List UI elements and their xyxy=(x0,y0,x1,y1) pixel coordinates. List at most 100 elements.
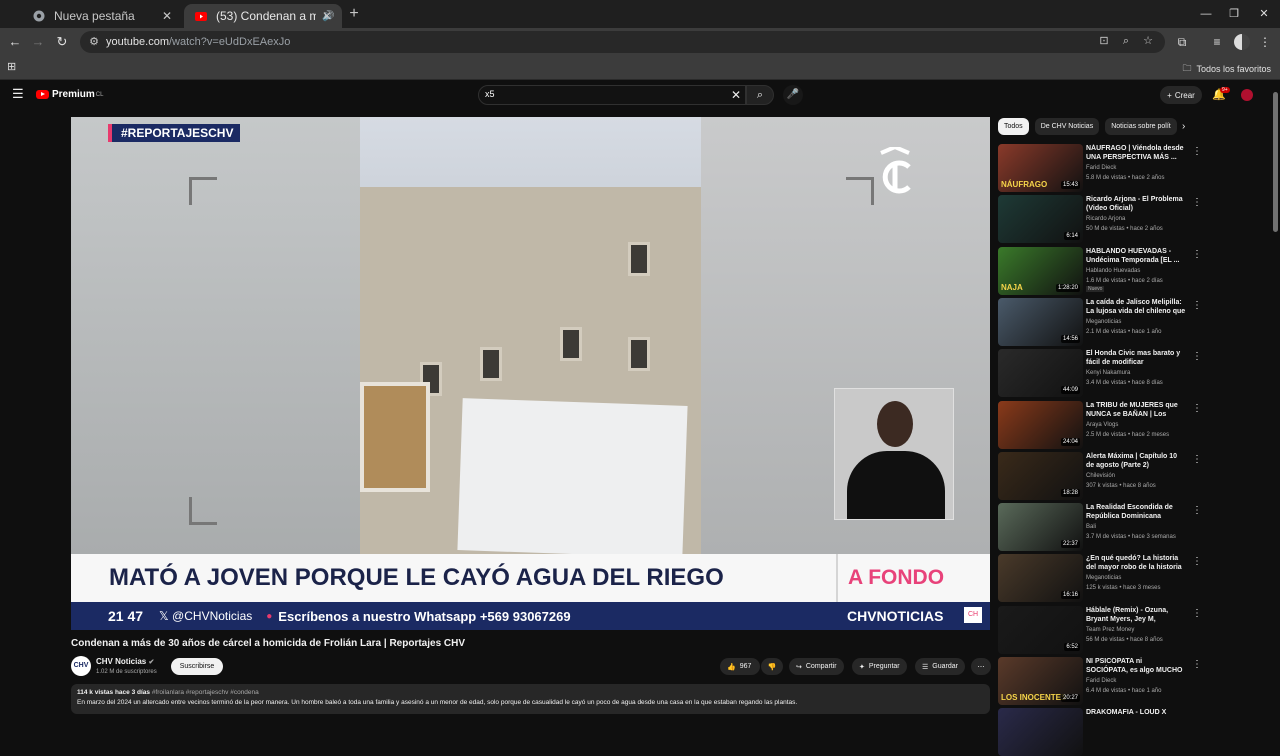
recommendation-item[interactable]: 16:16 ¿En qué quedó? La historia del mayo… xyxy=(998,554,1268,603)
recommendation-item[interactable]: 22:37 La Realidad Escondida de República … xyxy=(998,503,1268,552)
recommendation-channel[interactable]: Hablando Huevadas xyxy=(1086,268,1140,274)
recommendation-channel[interactable]: Bali xyxy=(1086,524,1096,530)
address-bar[interactable]: ⚙ youtube.com/watch?v=eUdDxEAexJo ⊡ ⌕ ☆ xyxy=(80,31,1165,53)
video-thumbnail[interactable]: 44:09 xyxy=(998,349,1083,398)
recommendation-item[interactable]: 44:09 El Honda Civic mas barato y fácil d… xyxy=(998,349,1268,398)
zoom-icon[interactable]: ⌕ xyxy=(1119,34,1133,48)
video-thumbnail[interactable] xyxy=(998,708,1083,756)
search-input[interactable]: x5 ✕ xyxy=(478,85,746,105)
recommendation-item[interactable]: 24:04 La TRIBU de MUJERES que NUNCA se BA… xyxy=(998,400,1268,449)
recommendation-channel[interactable]: Team Prez Money xyxy=(1086,627,1134,633)
video-thumbnail[interactable]: NÁUFRAGO 15:43 xyxy=(998,144,1083,192)
chevron-right-icon[interactable]: › xyxy=(1182,121,1185,132)
save-button[interactable]: ☰ Guardar xyxy=(915,658,965,675)
minimize-icon[interactable]: — xyxy=(1196,5,1216,23)
account-avatar[interactable] xyxy=(1241,89,1253,101)
more-options-icon[interactable]: ⋮ xyxy=(1192,351,1202,362)
media-control-icon[interactable]: ≡ xyxy=(1208,33,1226,51)
recommendation-title[interactable]: DRAKOMAFIA - LOUD X xyxy=(1086,708,1186,717)
more-options-icon[interactable]: ⋮ xyxy=(1192,556,1202,567)
recommendation-title[interactable]: La Realidad Escondida de República Domin… xyxy=(1086,503,1186,521)
voice-search-icon[interactable]: 🎤 xyxy=(783,85,803,105)
apps-grid-icon[interactable]: ⊞ xyxy=(7,61,19,73)
tab-youtube-video[interactable]: (53) Condenan a más de 30 🔊 ✕ xyxy=(184,4,342,28)
recommendation-title[interactable]: NI PSICÓPATA ni SOCIÓPATA, es algo MUCHO… xyxy=(1086,657,1186,675)
maximize-icon[interactable]: ❐ xyxy=(1224,5,1244,23)
more-options-icon[interactable]: ⋮ xyxy=(1192,300,1202,311)
recommendation-channel[interactable]: Farid Dieck xyxy=(1086,165,1116,171)
search-button[interactable]: ⌕ xyxy=(746,85,774,105)
forward-icon[interactable]: → xyxy=(29,33,47,51)
recommendation-title[interactable]: HABLANDO HUEVADAS - Undécima Temporada [… xyxy=(1086,247,1186,265)
menu-icon[interactable]: ⋮ xyxy=(1256,33,1274,51)
recommendation-item[interactable]: NÁUFRAGO 15:43 NÁUFRAGO | Viéndola desde U… xyxy=(998,144,1268,192)
more-options-icon[interactable]: ⋮ xyxy=(1192,608,1202,619)
extensions-icon[interactable]: ⧉ xyxy=(1173,33,1191,51)
recommendation-title[interactable]: Alerta Máxima | Capítulo 10 de agosto (P… xyxy=(1086,452,1186,470)
like-button[interactable]: 👍 967 xyxy=(720,658,760,675)
channel-avatar[interactable]: CHV xyxy=(71,656,91,676)
recommendation-channel[interactable]: Meganoticias xyxy=(1086,319,1121,325)
tab-new-tab[interactable]: Nueva pestaña ✕ xyxy=(22,4,182,28)
video-thumbnail[interactable]: 16:16 xyxy=(998,554,1083,603)
recommendation-item[interactable]: LOS INOCENTES 20:27 NI PSICÓPATA ni SOCIÓP… xyxy=(998,657,1268,705)
video-thumbnail[interactable]: 22:37 xyxy=(998,503,1083,552)
youtube-premium-logo[interactable]: Premium CL xyxy=(36,89,103,100)
bookmark-star-icon[interactable]: ☆ xyxy=(1141,34,1155,48)
reload-icon[interactable]: ↻ xyxy=(53,33,71,51)
chip-from-channel[interactable]: De CHV Noticias xyxy=(1034,118,1100,135)
more-options-icon[interactable]: ⋮ xyxy=(1192,403,1202,414)
video-thumbnail[interactable]: 14:56 xyxy=(998,297,1083,346)
install-app-icon[interactable]: ⊡ xyxy=(1097,34,1111,48)
close-tab-icon[interactable]: ✕ xyxy=(318,7,336,25)
recommendation-channel[interactable]: Kenyi Nakamura xyxy=(1086,370,1130,376)
video-description[interactable]: 114 k vistas hace 3 días #froilanlara #r… xyxy=(71,684,990,714)
chip-all[interactable]: Todos xyxy=(998,118,1029,135)
video-thumbnail[interactable]: 24:04 xyxy=(998,400,1083,449)
recommendation-item[interactable]: NAJA 1:28:20 HABLANDO HUEVADAS - Undécima … xyxy=(998,246,1268,295)
subscribe-button[interactable]: Suscribirse xyxy=(171,658,223,675)
back-icon[interactable]: ← xyxy=(6,33,24,51)
more-options-icon[interactable]: ⋮ xyxy=(1192,659,1202,670)
ask-button[interactable]: ✦ Preguntar xyxy=(852,658,907,675)
scrollbar[interactable] xyxy=(1273,92,1278,232)
close-tab-icon[interactable]: ✕ xyxy=(158,7,176,25)
site-info-icon[interactable]: ⚙ xyxy=(86,34,102,50)
recommendation-item[interactable]: 18:28 Alerta Máxima | Capítulo 10 de agos… xyxy=(998,451,1268,500)
profile-avatar[interactable] xyxy=(1234,34,1250,50)
video-thumbnail[interactable]: LOS INOCENTES 20:27 xyxy=(998,657,1083,705)
recommendation-title[interactable]: El Honda Civic mas barato y fácil de mod… xyxy=(1086,349,1186,367)
more-options-icon[interactable]: ⋮ xyxy=(1192,146,1202,157)
video-thumbnail[interactable]: NAJA 1:28:20 xyxy=(998,246,1083,295)
recommendation-item[interactable]: 6:14 Ricardo Arjona - El Problema (Video … xyxy=(998,195,1268,244)
recommendation-channel[interactable]: Araya Vlogs xyxy=(1086,422,1118,428)
share-button[interactable]: ↪ Compartir xyxy=(789,658,844,675)
close-window-icon[interactable]: ✕ xyxy=(1254,5,1274,23)
recommendation-channel[interactable]: Farid Dieck xyxy=(1086,678,1116,684)
more-actions-button[interactable]: ⋯ xyxy=(971,658,991,675)
more-options-icon[interactable]: ⋮ xyxy=(1192,454,1202,465)
clear-search-icon[interactable]: ✕ xyxy=(731,88,741,102)
new-tab-button[interactable]: + xyxy=(344,5,364,25)
recommendation-title[interactable]: NÁUFRAGO | Viéndola desde UNA PERSPECTIV… xyxy=(1086,144,1186,162)
chip-politics[interactable]: Noticias sobre polít xyxy=(1105,118,1177,135)
recommendation-title[interactable]: La TRIBU de MUJERES que NUNCA se BAÑAN |… xyxy=(1086,401,1186,419)
dislike-button[interactable]: 👎 xyxy=(761,658,783,675)
video-thumbnail[interactable]: 6:52 xyxy=(998,605,1083,654)
video-thumbnail[interactable]: 6:14 xyxy=(998,195,1083,244)
recommendation-title[interactable]: La caída de Jalisco Melipilla: La lujosa… xyxy=(1086,298,1186,316)
more-options-icon[interactable]: ⋮ xyxy=(1192,505,1202,516)
all-bookmarks-button[interactable]: 🗀 Todos los favoritos xyxy=(1182,61,1271,77)
recommendation-title[interactable]: Háblale (Remix) - Ozuna, Bryant Myers, J… xyxy=(1086,606,1186,624)
recommendation-item[interactable]: DRAKOMAFIA - LOUD X xyxy=(998,708,1268,756)
recommendation-item[interactable]: 14:56 La caída de Jalisco Melipilla: La l… xyxy=(998,297,1268,346)
video-player[interactable]: #REPORTAJESCHV MATÓ A JOVEN PORQUE LE CA… xyxy=(71,117,990,630)
recommendation-title[interactable]: ¿En qué quedó? La historia del mayor rob… xyxy=(1086,554,1186,572)
recommendation-channel[interactable]: Ricardo Arjona xyxy=(1086,216,1125,222)
recommendation-item[interactable]: 6:52 Háblale (Remix) - Ozuna, Bryant Myer… xyxy=(998,605,1268,654)
recommendation-title[interactable]: Ricardo Arjona - El Problema (Video Ofic… xyxy=(1086,195,1186,213)
create-button[interactable]: + Crear xyxy=(1160,86,1202,104)
channel-name[interactable]: CHV Noticias ✔ xyxy=(96,657,154,666)
recommendation-channel[interactable]: Chilevisión xyxy=(1086,473,1115,479)
more-options-icon[interactable]: ⋮ xyxy=(1192,249,1202,260)
